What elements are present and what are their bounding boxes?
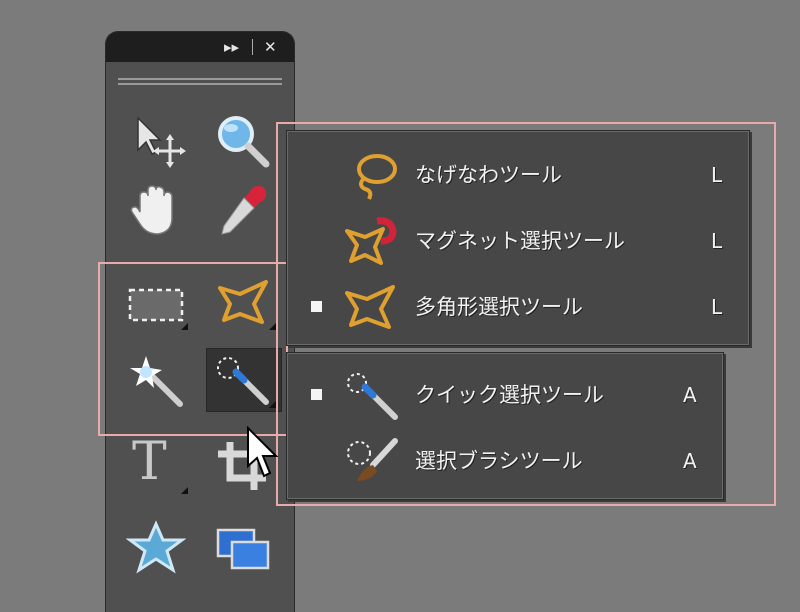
expand-panel-button[interactable]: ▸▸	[224, 37, 239, 57]
header-divider	[252, 39, 253, 55]
move-tool-icon	[137, 116, 186, 168]
panel-grip[interactable]	[118, 78, 282, 80]
mouse-cursor-icon	[247, 426, 279, 478]
tool-group-indicator	[181, 487, 188, 494]
panel-header: ▸▸ ✕	[106, 32, 294, 62]
menu-item-selection-brush[interactable]: 選択ブラシツール A	[287, 431, 723, 491]
tool-group-highlight	[98, 262, 288, 436]
menu-item-magnetic-lasso[interactable]: マグネット選択ツール L	[287, 211, 749, 271]
menu-item-label: なげなわツール	[415, 163, 562, 187]
menu-item-lasso[interactable]: なげなわツール L	[287, 145, 749, 205]
zoom-tool-icon	[218, 116, 270, 168]
custom-shape-icon	[126, 520, 186, 574]
quick-selection-icon	[347, 373, 398, 420]
eyedropper-tool-button[interactable]	[206, 178, 282, 242]
shortcut-key: A	[683, 449, 697, 473]
menu-item-label: 選択ブラシツール	[415, 449, 583, 473]
move-tool-button[interactable]	[118, 108, 194, 172]
shortcut-key: L	[711, 163, 723, 187]
menu-item-label: 多角形選択ツール	[415, 295, 583, 319]
selected-bullet	[311, 389, 322, 400]
zoom-tool-button[interactable]	[206, 108, 282, 172]
shape-tool-button[interactable]	[118, 516, 194, 580]
shortcut-key: L	[711, 295, 723, 319]
hand-tool-icon	[130, 185, 173, 235]
selected-bullet	[311, 301, 322, 312]
selection-brush-icon	[347, 438, 398, 481]
menu-item-quick-selection[interactable]: クイック選択ツール A	[287, 365, 723, 425]
type-tool-icon: T	[132, 432, 167, 492]
magnetic-lasso-icon	[345, 217, 397, 265]
hand-tool-button[interactable]	[118, 178, 194, 242]
lasso-icon	[357, 154, 397, 200]
panel-grip-line	[118, 83, 282, 85]
menu-item-label: マグネット選択ツール	[415, 229, 625, 253]
recompose-tool-icon	[216, 528, 270, 570]
close-panel-button[interactable]: ✕	[264, 37, 277, 57]
recompose-tool-button[interactable]	[206, 516, 282, 580]
type-tool-button[interactable]: T	[118, 434, 194, 498]
menu-item-polygonal-lasso[interactable]: 多角形選択ツール L	[287, 277, 749, 337]
shortcut-key: A	[683, 383, 697, 407]
eyedropper-tool-icon	[221, 186, 266, 235]
selection-tools-flyout: クイック選択ツール A 選択ブラシツール A	[286, 352, 724, 500]
polygonal-lasso-icon	[345, 285, 395, 329]
lasso-tools-flyout: なげなわツール L マグネット選択ツール L 多角形選択ツール L	[286, 130, 750, 346]
menu-item-label: クイック選択ツール	[415, 383, 604, 407]
shortcut-key: L	[711, 229, 723, 253]
